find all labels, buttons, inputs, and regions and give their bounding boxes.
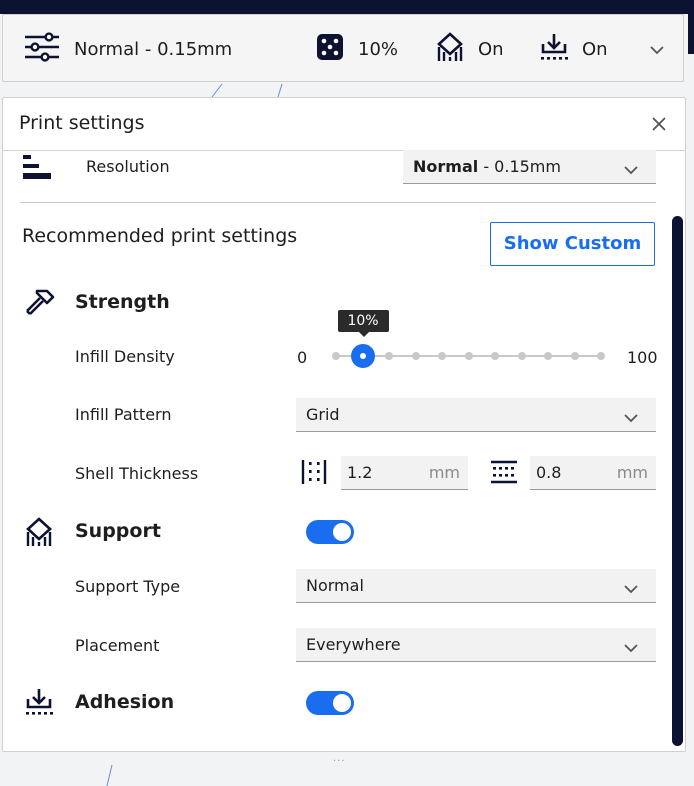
placement-dropdown[interactable]: Everywhere (296, 628, 656, 662)
support-type-label: Support Type (75, 577, 181, 596)
infill-density-label: Infill Density (75, 347, 175, 366)
infill-slider-tick (491, 352, 499, 360)
infill-slider-tick (517, 352, 526, 360)
infill-pattern-label: Infill Pattern (75, 405, 172, 424)
infill-icon (315, 32, 345, 66)
chevron-down-icon (624, 579, 638, 598)
wall-thickness-input[interactable]: 1.2 mm (341, 456, 468, 490)
profile-label: Normal - 0.15mm (74, 38, 233, 60)
support-summary[interactable]: On (435, 15, 504, 83)
top-bottom-thickness-icon (490, 459, 518, 489)
top-bottom-thickness-unit: mm (616, 463, 648, 482)
infill-summary[interactable]: 10% (315, 15, 398, 83)
infill-min: 0 (297, 348, 308, 367)
print-settings-panel: Print settings Resolution Normal - 0.15m… (2, 97, 686, 752)
adhesion-toggle[interactable] (306, 691, 354, 715)
strength-hammer-icon (23, 287, 55, 321)
infill-max: 100 (627, 348, 658, 367)
shell-thickness-label: Shell Thickness (75, 464, 199, 483)
infill-value: 10% (358, 38, 399, 60)
support-section-icon (24, 516, 54, 552)
viewport-edge (688, 14, 694, 54)
resolution-icon (23, 155, 53, 185)
adhesion-summary[interactable]: On (539, 15, 608, 83)
infill-slider-tick (464, 352, 473, 360)
recommended-title: Recommended print settings (22, 225, 298, 247)
adhesion-section-icon (24, 687, 54, 721)
infill-pattern-value: Grid (306, 405, 340, 424)
header-expand-button[interactable] (649, 15, 665, 83)
infill-slider-tick (385, 352, 393, 360)
resolution-value-detail: - 0.15mm (478, 157, 561, 176)
top-bottom-thickness-value: 0.8 (536, 463, 562, 482)
support-type-value: Normal (306, 576, 364, 595)
panel-title: Print settings (19, 112, 145, 134)
top-bottom-thickness-input[interactable]: 0.8 mm (530, 456, 656, 490)
resolution-dropdown[interactable]: Normal - 0.15mm (403, 150, 656, 184)
chevron-down-icon (624, 160, 638, 179)
section-divider (20, 202, 656, 203)
support-value: On (478, 38, 504, 60)
adhesion-value: On (582, 38, 608, 60)
infill-slider-tick (411, 352, 420, 360)
panel-scrollbar[interactable] (672, 216, 683, 746)
adhesion-icon (539, 32, 569, 66)
settings-sliders-icon (23, 30, 61, 68)
support-toggle[interactable] (306, 520, 354, 544)
placement-label: Placement (75, 636, 160, 655)
infill-slider-tick (570, 352, 579, 360)
print-settings-header[interactable]: Normal - 0.15mm 10% On On (2, 14, 684, 82)
infill-pattern-dropdown[interactable]: Grid (296, 398, 656, 432)
infill-slider-handle[interactable] (350, 344, 375, 368)
chevron-down-icon (624, 408, 638, 427)
panel-resize-grip[interactable]: ··· (333, 756, 346, 767)
infill-slider-tick (438, 352, 446, 360)
wall-thickness-value: 1.2 (347, 463, 373, 482)
infill-slider-tick (544, 352, 552, 360)
infill-slider-tick (597, 352, 605, 360)
strength-title: Strength (75, 291, 170, 313)
infill-tooltip: 10% (337, 310, 389, 337)
wall-thickness-unit: mm (428, 463, 460, 482)
support-type-dropdown[interactable]: Normal (296, 569, 656, 603)
placement-value: Everywhere (306, 635, 401, 654)
resolution-label: Resolution (86, 157, 170, 176)
chevron-down-icon (649, 40, 665, 59)
wall-thickness-icon (300, 459, 328, 489)
profile-selector[interactable]: Normal - 0.15mm (23, 15, 232, 83)
adhesion-title: Adhesion (75, 691, 175, 713)
resolution-value: Normal - 0.15mm (413, 157, 561, 176)
chevron-down-icon (624, 638, 638, 657)
infill-slider-tick (332, 352, 340, 360)
viewport-top-strip (0, 0, 694, 14)
support-title: Support (75, 520, 161, 542)
close-icon (652, 117, 666, 131)
close-panel-button[interactable] (649, 114, 669, 134)
support-icon (435, 31, 465, 67)
resolution-value-name: Normal (413, 157, 479, 176)
show-custom-button[interactable]: Show Custom (490, 222, 655, 266)
